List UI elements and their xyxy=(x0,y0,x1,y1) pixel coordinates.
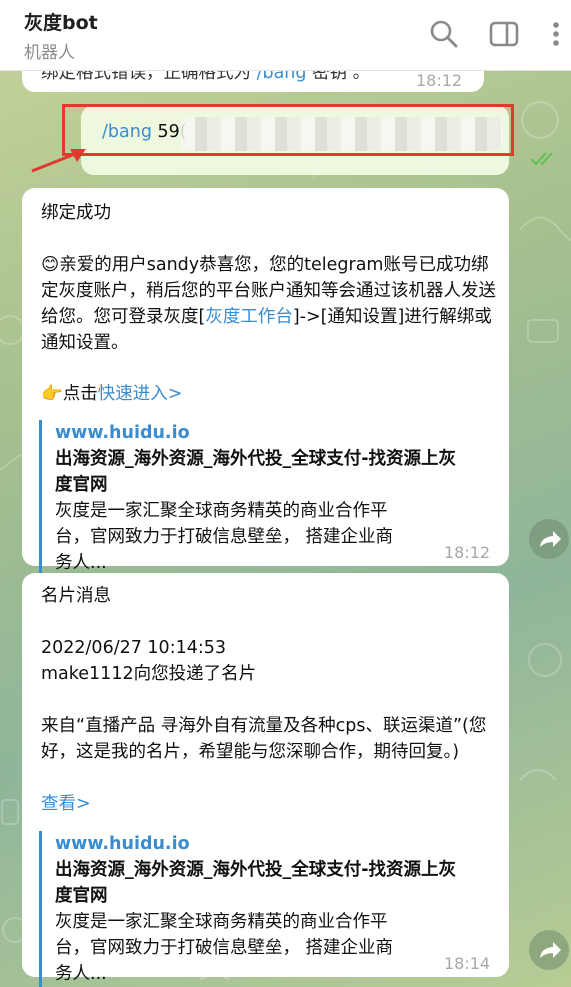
forward-arrow-icon xyxy=(540,531,561,547)
chat-title[interactable]: 灰度bot xyxy=(24,8,98,35)
message-time: 18:14 xyxy=(444,954,491,973)
preview-description: 灰度是一家汇聚全球商务精英的商业合作平台，官网致力于打破信息壁垒， 搭建企业商务… xyxy=(55,501,394,573)
card-date: 2022/06/27 10:14:53 xyxy=(41,638,227,658)
annotation-arrow-icon xyxy=(31,149,86,173)
preview-title: 出海资源_海外资源_海外代投_全球支付-找资源上灰度官网 xyxy=(55,860,457,906)
message-time: 18:12 xyxy=(416,71,463,90)
quick-enter-line: 👉点击快速进入> xyxy=(41,384,183,404)
link-preview[interactable]: www.huidu.io 出海资源_海外资源_海外代投_全球支付-找资源上灰度官… xyxy=(39,420,465,576)
message-heading: 绑定成功 xyxy=(41,203,111,223)
chat-header: 灰度bot 机器人 xyxy=(0,0,571,71)
preview-description: 灰度是一家汇聚全球商务精英的商业合作平台，官网致力于打破信息壁垒， 搭建企业商务… xyxy=(55,912,394,984)
read-checkmarks-icon xyxy=(530,152,553,166)
chat-subtitle: 机器人 xyxy=(24,43,75,63)
preview-site: www.huidu.io xyxy=(55,423,190,443)
business-card-message: 名片消息 2022/06/27 10:14:53 make1112向您投递了名片… xyxy=(22,573,509,987)
card-sender-line: make1112向您投递了名片 xyxy=(41,664,257,684)
view-card-link[interactable]: 查看> xyxy=(41,791,91,817)
bind-message-body: 😊亲爱的用户sandy恭喜您，您的telegram账号已成功绑定灰度账户，稍后您… xyxy=(41,255,496,353)
preview-site: www.huidu.io xyxy=(55,834,190,854)
quick-enter-link[interactable]: 快速进入> xyxy=(98,384,183,404)
preview-title: 出海资源_海外资源_海外代投_全球支付-找资源上灰度官网 xyxy=(55,449,457,495)
forward-button[interactable] xyxy=(529,930,569,970)
message-heading: 名片消息 xyxy=(41,586,111,606)
huidu-workbench-link[interactable]: 灰度工作台 xyxy=(205,307,293,327)
forward-button[interactable] xyxy=(529,519,569,559)
search-icon[interactable] xyxy=(428,18,460,50)
annotation-highlight-box xyxy=(62,104,514,156)
more-vertical-icon[interactable] xyxy=(540,18,571,50)
sidebar-toggle-icon[interactable] xyxy=(488,18,520,50)
smile-emoji-icon: 😊 xyxy=(41,255,60,275)
pointing-hand-emoji-icon: 👉 xyxy=(41,384,63,404)
bind-success-message: 绑定成功 😊亲爱的用户sandy恭喜您，您的telegram账号已成功绑定灰度账… xyxy=(22,188,509,576)
forward-arrow-icon xyxy=(540,942,561,958)
link-preview[interactable]: www.huidu.io 出海资源_海外资源_海外代投_全球支付-找资源上灰度官… xyxy=(39,831,465,987)
message-time: 18:12 xyxy=(444,543,491,562)
card-source-text: 来自“直播产品 寻海外自有流量及各种cps、联运渠道”(您好，这是我的名片，希望… xyxy=(41,716,487,762)
